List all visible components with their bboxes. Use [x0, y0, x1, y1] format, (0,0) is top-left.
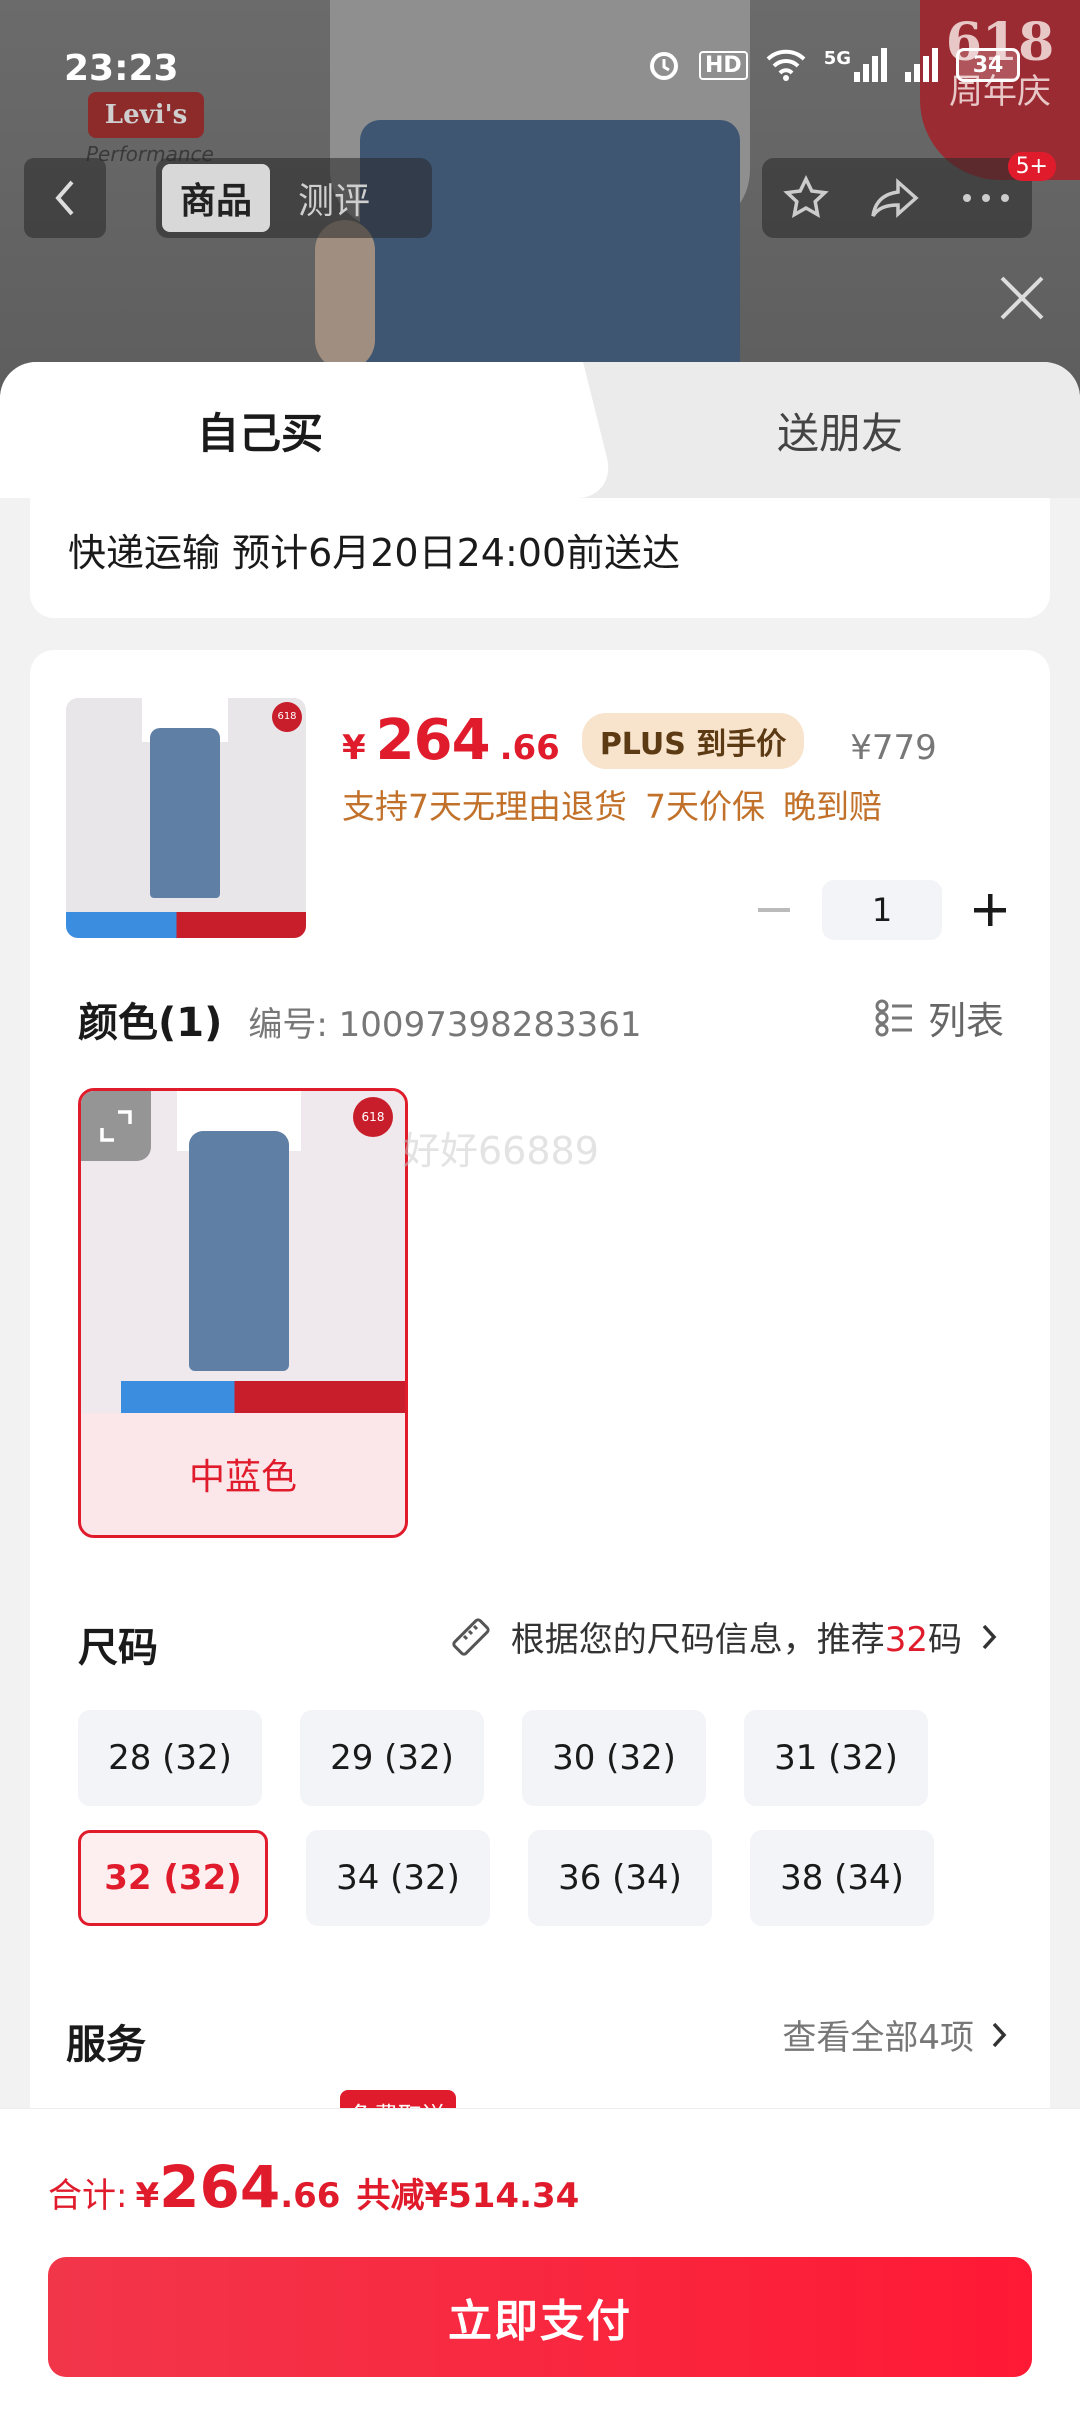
wifi-icon — [766, 49, 806, 81]
plus-price-tag: PLUS 到手价 — [581, 712, 805, 769]
delivery-card[interactable]: 快递运输 预计6月20日24:00前送达 — [30, 498, 1050, 618]
plus-icon — [974, 894, 1006, 926]
thumb-promo-strip — [66, 912, 306, 938]
guarantee-late-compensation: 晚到赔 — [783, 787, 882, 826]
expand-icon — [100, 1110, 132, 1142]
quantity-increase-button[interactable] — [970, 880, 1010, 940]
total-label: 合计: — [48, 2176, 128, 2216]
thumb-618-badge: 618 — [272, 702, 302, 732]
signal-icon-1: 5G — [824, 48, 887, 82]
size-recommendation-text: 根据您的尺码信息，推荐32码 — [511, 1612, 962, 1661]
total-currency: ¥ — [135, 2176, 160, 2216]
status-icons: HD 5G 34 — [647, 48, 1020, 82]
pay-now-button[interactable]: 立即支付 — [48, 2257, 1032, 2377]
purchase-tabs: 送朋友 自己买 — [0, 362, 1080, 498]
share-icon[interactable] — [870, 176, 920, 220]
size-rec-suffix: 码 — [928, 1620, 962, 1660]
total-decimal: .66 — [280, 2176, 341, 2216]
size-option-32-selected[interactable]: 32 (32) — [78, 1830, 268, 1926]
model-hand — [315, 220, 375, 370]
expand-image-button[interactable] — [81, 1091, 151, 1161]
color-image-jeans — [189, 1131, 289, 1371]
total-summary: 合计: ¥ 264 .66 共减¥514.34 — [48, 2153, 579, 2221]
tab-product[interactable]: 商品 — [162, 164, 271, 232]
star-icon[interactable] — [782, 175, 829, 221]
guarantee-list: 支持7天无理由退货 7天价保 晚到赔 — [342, 780, 882, 828]
quantity-stepper: 1 — [754, 880, 1010, 940]
thumb-jeans — [150, 728, 220, 898]
total-integer: 264 — [159, 2153, 281, 2221]
ruler-icon — [452, 1617, 490, 1656]
tab-gift-friend-label: 送朋友 — [776, 408, 903, 458]
service-section-header: 服务 — [66, 2012, 146, 2070]
minus-icon — [758, 908, 790, 912]
quantity-input[interactable]: 1 — [822, 880, 942, 940]
hd-icon: HD — [699, 50, 748, 80]
nav-actions — [762, 158, 1032, 238]
size-option-31[interactable]: 31 (32) — [744, 1710, 928, 1806]
color-image-618-badge: 618 — [353, 1097, 393, 1137]
guarantee-price-protect: 7天价保 — [645, 787, 765, 826]
battery-icon: 34 — [956, 48, 1020, 82]
sku-number: 编号: 10097398283361 — [248, 1005, 642, 1045]
tab-buy-self-label: 自己买 — [196, 408, 323, 458]
delivery-estimate: 快递运输 预计6月20日24:00前送达 — [68, 531, 681, 575]
service-view-all-label: 查看全部4项 — [782, 2018, 974, 2058]
notification-badge: 5+ — [1007, 152, 1056, 181]
total-discount: 共减¥514.34 — [356, 2176, 580, 2216]
purchase-sheet: 送朋友 自己买 快递运输 预计6月20日24:00前送达 618 ¥264.66… — [0, 362, 1080, 2412]
chevron-right-icon — [992, 2022, 1007, 2047]
sku-selection-card: 618 ¥264.66 PLUS 到手价 ¥779 支持7天无理由退货 7天价保… — [30, 650, 1050, 2300]
price-currency: ¥ — [342, 728, 366, 768]
service-title: 服务 — [66, 2022, 146, 2068]
back-button[interactable] — [24, 158, 106, 238]
status-time: 23:23 — [64, 48, 179, 89]
chevron-left-icon — [55, 180, 74, 216]
tab-review[interactable]: 测评 — [280, 164, 388, 232]
signal-icon-2 — [905, 48, 938, 82]
close-icon[interactable] — [994, 270, 1050, 326]
size-option-38[interactable]: 38 (34) — [750, 1830, 934, 1926]
list-view-toggle[interactable]: 列表 — [874, 990, 1004, 1045]
status-bar: 23:23 HD 5G 34 — [0, 0, 1080, 140]
size-rec-size: 32 — [884, 1620, 928, 1660]
watermark-text: 好好66889 — [402, 1129, 599, 1173]
list-icon — [875, 999, 912, 1036]
alarm-icon — [650, 52, 678, 80]
product-thumbnail[interactable]: 618 — [66, 698, 306, 938]
color-option-label: 中蓝色 — [188, 1457, 297, 1498]
color-section-header: 颜色(1) 编号: 10097398283361 — [78, 990, 642, 1048]
tab-buy-self[interactable]: 自己买 — [0, 362, 560, 498]
list-view-label: 列表 — [927, 999, 1004, 1043]
original-price: ¥779 — [850, 728, 937, 768]
size-option-34[interactable]: 34 (32) — [306, 1830, 490, 1926]
color-option-mid-blue[interactable]: 618 中蓝色 — [78, 1088, 408, 1538]
size-option-29[interactable]: 29 (32) — [300, 1710, 484, 1806]
size-option-28[interactable]: 28 (32) — [78, 1710, 262, 1806]
nav-tabs: 商品 测评 — [156, 158, 432, 238]
color-title: 颜色(1) — [78, 1000, 223, 1046]
quantity-decrease-button[interactable] — [754, 880, 794, 940]
size-option-36[interactable]: 36 (34) — [528, 1830, 712, 1926]
price-row: ¥264.66 PLUS 到手价 ¥779 — [342, 708, 937, 773]
size-section-header: 尺码 — [78, 1615, 158, 1673]
service-view-all[interactable]: 查看全部4项 — [782, 2010, 1008, 2059]
price-integer: 264 — [375, 708, 491, 773]
size-option-30[interactable]: 30 (32) — [522, 1710, 706, 1806]
guarantee-return: 支持7天无理由退货 — [342, 787, 627, 826]
size-recommendation[interactable]: 根据您的尺码信息，推荐32码 — [449, 1612, 998, 1661]
more-icon[interactable] — [961, 192, 1011, 204]
tab-gift-friend[interactable]: 送朋友 — [540, 362, 1080, 498]
chevron-right-icon — [982, 1624, 997, 1649]
checkout-bar: 合计: ¥ 264 .66 共减¥514.34 立即支付 — [0, 2108, 1080, 2412]
price-decimal: .66 — [499, 728, 560, 768]
size-rec-prefix: 根据您的尺码信息，推荐 — [510, 1620, 885, 1660]
color-image-promo-strip — [121, 1381, 405, 1413]
top-nav: 商品 测评 5+ — [24, 152, 1056, 238]
size-title: 尺码 — [78, 1625, 158, 1671]
